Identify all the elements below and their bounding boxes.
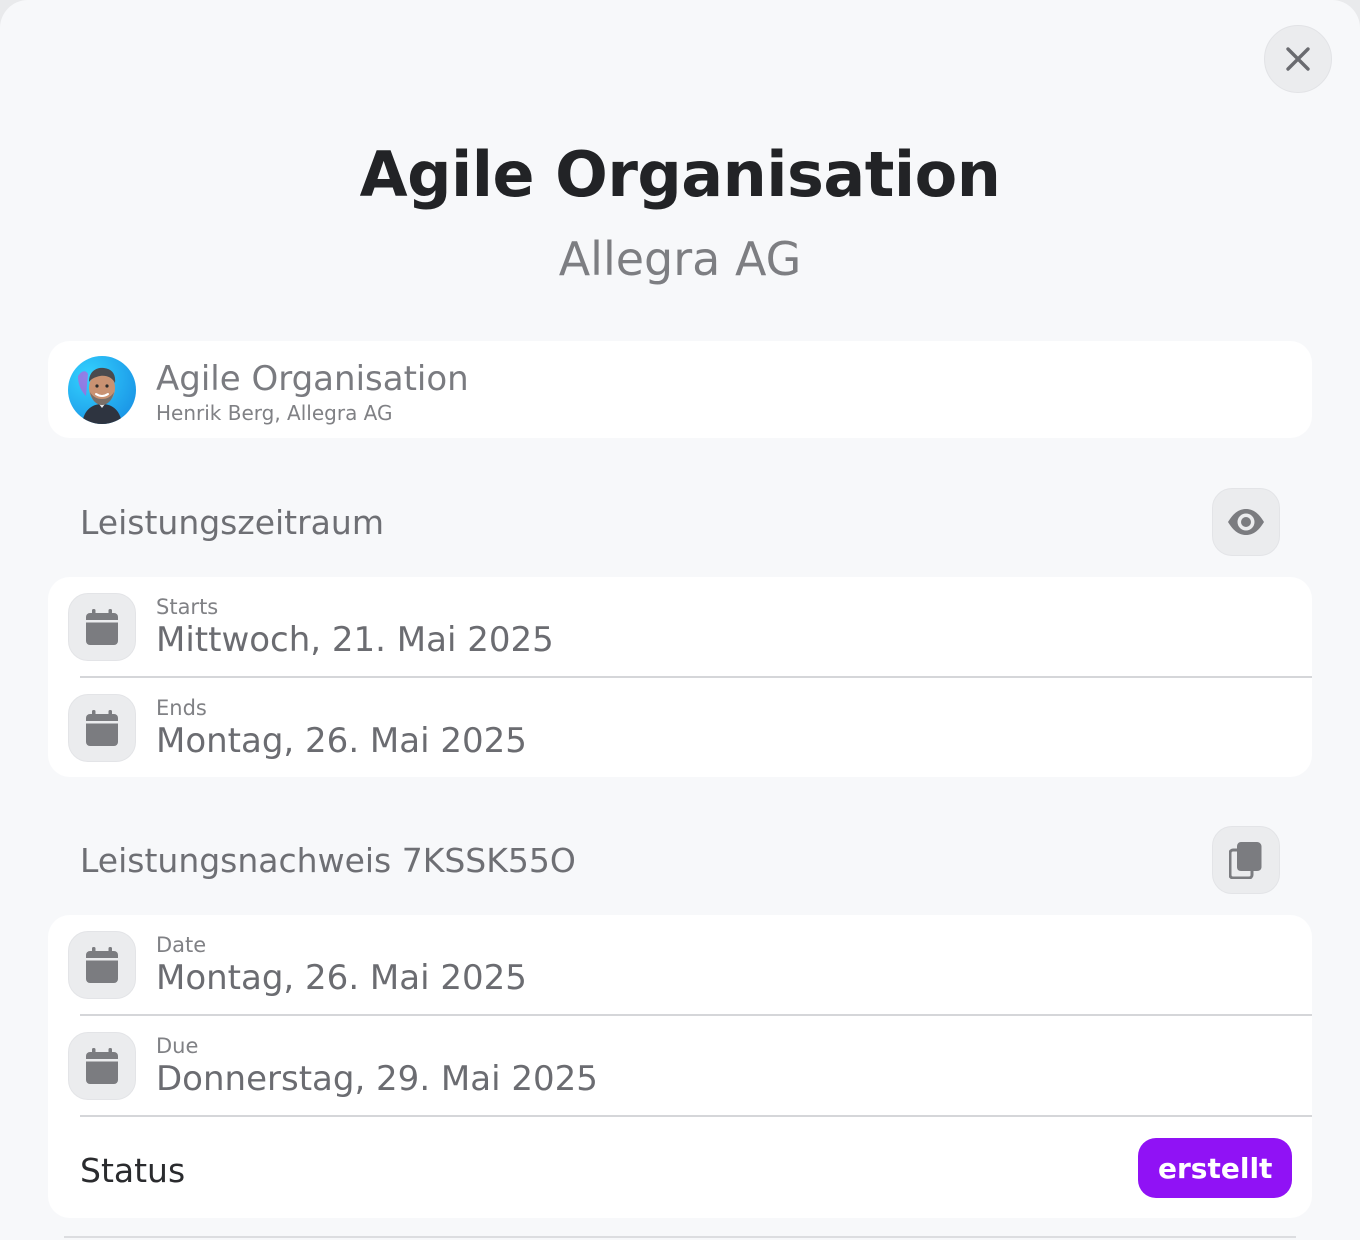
eye-icon: [1228, 509, 1264, 535]
date-label: Date: [156, 933, 207, 957]
copy-icon: [1229, 842, 1262, 879]
status-label: Status: [80, 1151, 186, 1190]
divider: [80, 1115, 1312, 1117]
date-value: Montag, 26. Mai 2025: [156, 958, 527, 998]
period-end-row: Ends Montag, 26. Mai 2025: [48, 678, 1312, 778]
page-title: Agile Organisation: [359, 138, 1001, 211]
organisation-card[interactable]: Agile Organisation Henrik Berg, Allegra …: [48, 341, 1312, 438]
page-subtitle: Allegra AG: [558, 232, 802, 286]
calendar-icon: [68, 1032, 136, 1100]
avatar: [68, 356, 136, 424]
due-label: Due: [156, 1034, 199, 1058]
proof-card: Date Montag, 26. Mai 2025 Due Donnerstag…: [48, 915, 1312, 1218]
start-value: Mittwoch, 21. Mai 2025: [156, 620, 554, 660]
calendar-icon: [68, 694, 136, 762]
proof-due-row: Due Donnerstag, 29. Mai 2025: [48, 1016, 1312, 1116]
calendar-icon: [68, 593, 136, 661]
calendar-icon: [68, 931, 136, 999]
due-value: Donnerstag, 29. Mai 2025: [156, 1059, 598, 1099]
copy-button[interactable]: [1212, 826, 1280, 894]
view-button[interactable]: [1212, 488, 1280, 556]
period-heading: Leistungszeitraum: [80, 503, 384, 542]
end-value: Montag, 26. Mai 2025: [156, 721, 527, 761]
proof-heading: Leistungsnachweis 7KSSK55O: [80, 841, 576, 880]
period-card: Starts Mittwoch, 21. Mai 2025 Ends Monta…: [48, 577, 1312, 777]
end-label: Ends: [156, 696, 207, 720]
period-start-row: Starts Mittwoch, 21. Mai 2025: [48, 577, 1312, 677]
organisation-name: Agile Organisation: [156, 359, 469, 399]
close-button[interactable]: [1264, 25, 1332, 93]
close-icon: [1286, 47, 1310, 71]
divider: [64, 1236, 1296, 1238]
proof-date-row: Date Montag, 26. Mai 2025: [48, 915, 1312, 1015]
start-label: Starts: [156, 595, 219, 619]
status-badge: erstellt: [1138, 1138, 1293, 1198]
modal-dialog: Agile Organisation Allegra AG Agile Orga…: [0, 0, 1360, 1240]
organisation-meta: Henrik Berg, Allegra AG: [156, 401, 393, 425]
